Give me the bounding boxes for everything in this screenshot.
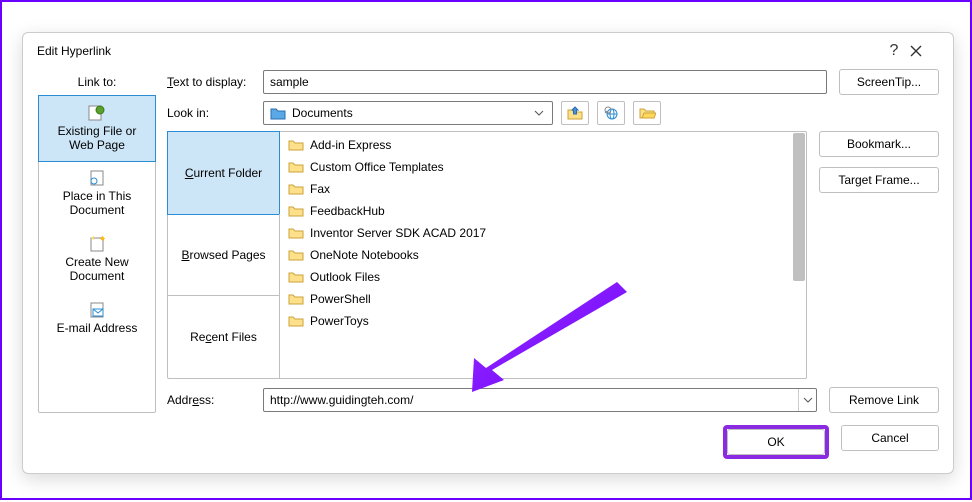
file-name: Add-in Express xyxy=(310,138,391,152)
remove-link-button[interactable]: Remove Link xyxy=(829,387,939,413)
titlebar: Edit Hyperlink ? xyxy=(23,33,953,69)
file-name: Inventor Server SDK ACAD 2017 xyxy=(310,226,486,240)
ok-highlight: OK xyxy=(723,425,829,459)
globe-page-icon xyxy=(88,105,106,121)
look-in-value: Documents xyxy=(292,106,353,120)
text-to-display-input[interactable] xyxy=(263,70,827,94)
browser-tabs: Current Folder Browsed Pages Recent File… xyxy=(168,132,280,378)
close-button[interactable] xyxy=(909,44,939,58)
look-in-select[interactable]: Documents xyxy=(263,101,553,125)
file-name: FeedbackHub xyxy=(310,204,385,218)
link-to-item-label-l1: Place in This xyxy=(63,189,131,203)
target-frame-button[interactable]: Target Frame... xyxy=(819,167,939,193)
tab-current-folder[interactable]: Current Folder xyxy=(167,131,280,215)
help-button[interactable]: ? xyxy=(879,42,909,60)
dialog-title: Edit Hyperlink xyxy=(37,44,879,58)
address-input[interactable] xyxy=(264,391,798,409)
folder-icon xyxy=(288,160,304,174)
folder-icon xyxy=(288,226,304,240)
list-item[interactable]: PowerShell xyxy=(280,288,792,310)
browse-web-icon xyxy=(602,105,620,121)
folder-blue-icon xyxy=(270,106,286,120)
file-name: Custom Office Templates xyxy=(310,160,444,174)
link-to-item-label-l1: E-mail Address xyxy=(57,321,138,335)
link-to-create-new[interactable]: Create New Document xyxy=(39,227,155,293)
file-name: PowerShell xyxy=(310,292,371,306)
edit-hyperlink-dialog: Edit Hyperlink ? Link to: Existing File … xyxy=(22,32,954,474)
tab-browsed-pages[interactable]: Browsed Pages xyxy=(168,214,280,297)
dialog-body: Link to: Existing File or Web Page Place… xyxy=(23,69,953,473)
list-item[interactable]: Custom Office Templates xyxy=(280,156,792,178)
up-folder-icon xyxy=(566,105,584,121)
address-chevron-down-icon[interactable] xyxy=(798,389,816,411)
list-item[interactable]: OneNote Notebooks xyxy=(280,244,792,266)
link-to-email[interactable]: E-mail Address xyxy=(39,293,155,345)
link-to-item-label-l2: Web Page xyxy=(69,138,125,152)
list-item[interactable]: Outlook Files xyxy=(280,266,792,288)
file-name: PowerToys xyxy=(310,314,369,328)
address-field[interactable] xyxy=(263,388,817,412)
look-in-row: Look in: Documents xyxy=(167,101,939,125)
main-area: Text to display: ScreenTip... Look in: D… xyxy=(167,69,939,413)
cancel-button[interactable]: Cancel xyxy=(841,425,939,451)
folder-icon xyxy=(288,292,304,306)
browse-web-button[interactable] xyxy=(597,101,625,125)
screentip-button[interactable]: ScreenTip... xyxy=(839,69,939,95)
folder-icon xyxy=(288,182,304,196)
tab-recent-files[interactable]: Recent Files xyxy=(168,296,280,378)
link-to-item-label-l1: Existing File or xyxy=(58,124,137,138)
new-doc-icon xyxy=(88,236,106,252)
list-item[interactable]: Inventor Server SDK ACAD 2017 xyxy=(280,222,792,244)
link-to-box: Existing File or Web Page Place in This … xyxy=(38,95,156,413)
ok-button[interactable]: OK xyxy=(727,429,825,455)
link-to-label: Link to: xyxy=(78,69,117,95)
folder-icon xyxy=(288,248,304,262)
text-to-display-label: Text to display: xyxy=(167,75,263,89)
file-list-inner: Add-in Express Custom Office Templates Fax… xyxy=(280,132,792,334)
folder-icon xyxy=(288,204,304,218)
address-label: Address: xyxy=(167,393,263,407)
address-row: Address: Remove Link xyxy=(167,387,939,413)
chevron-down-icon xyxy=(530,110,548,116)
link-to-item-label-l1: Create New xyxy=(65,255,128,269)
browse-file-button[interactable] xyxy=(633,101,661,125)
list-item[interactable]: FeedbackHub xyxy=(280,200,792,222)
bookmark-button[interactable]: Bookmark... xyxy=(819,131,939,157)
link-to-existing-file[interactable]: Existing File or Web Page xyxy=(38,95,156,162)
file-name: OneNote Notebooks xyxy=(310,248,419,262)
scrollbar-thumb[interactable] xyxy=(793,133,805,281)
folder-icon xyxy=(288,138,304,152)
link-to-place-in-doc[interactable]: Place in This Document xyxy=(39,161,155,227)
link-to-item-label-l2: Document xyxy=(70,269,125,283)
text-to-display-row: Text to display: ScreenTip... xyxy=(167,69,939,95)
list-item[interactable]: Add-in Express xyxy=(280,134,792,156)
file-browser: Current Folder Browsed Pages Recent File… xyxy=(167,131,807,379)
look-in-label: Look in: xyxy=(167,106,263,120)
folder-icon xyxy=(288,270,304,284)
list-item[interactable]: Fax xyxy=(280,178,792,200)
file-name: Fax xyxy=(310,182,330,196)
file-list[interactable]: Add-in Express Custom Office Templates Fax… xyxy=(280,132,806,378)
list-item[interactable]: PowerToys xyxy=(280,310,792,332)
link-to-column: Link to: Existing File or Web Page Place… xyxy=(37,69,157,413)
close-icon xyxy=(909,44,923,58)
open-folder-icon xyxy=(638,105,656,121)
email-icon xyxy=(88,302,106,318)
right-button-column: Bookmark... Target Frame... xyxy=(819,131,939,379)
place-in-doc-icon xyxy=(88,170,106,186)
link-to-item-label-l2: Document xyxy=(70,203,125,217)
folder-icon xyxy=(288,314,304,328)
file-name: Outlook Files xyxy=(310,270,380,284)
up-folder-button[interactable] xyxy=(561,101,589,125)
footer-buttons: OK Cancel xyxy=(723,425,939,459)
